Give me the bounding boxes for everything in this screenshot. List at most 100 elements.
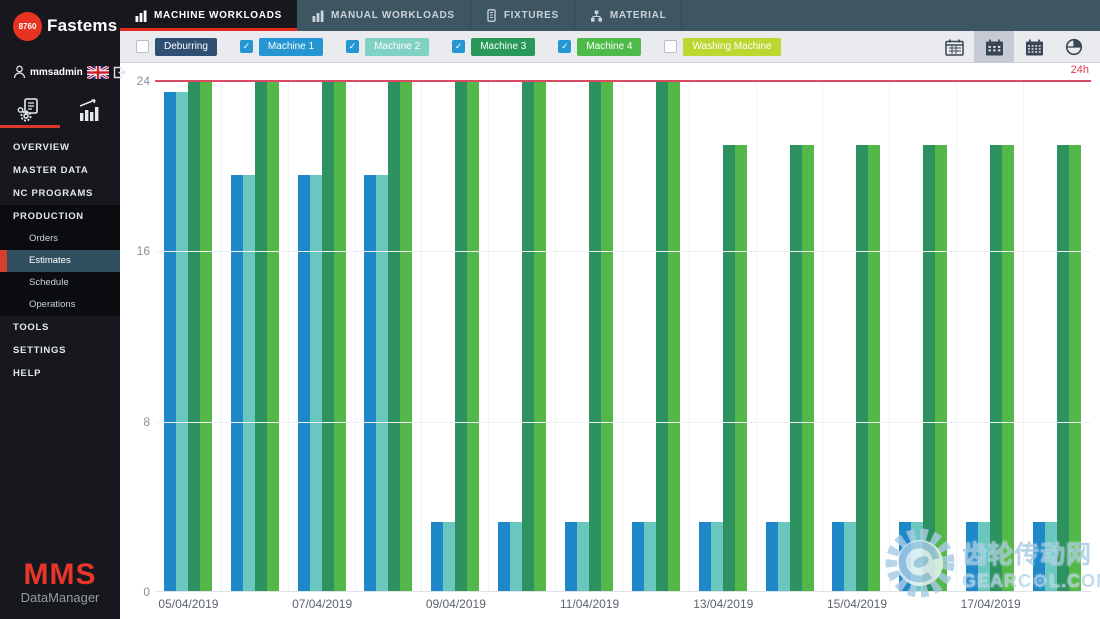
- bar-machine-1: [565, 522, 577, 592]
- bar-machine-4: [200, 81, 212, 592]
- bar-machine-1: [364, 175, 376, 592]
- filter-machine-1[interactable]: ✓ Machine 1: [240, 38, 323, 56]
- bar-machine-1: [899, 522, 911, 592]
- deburring-badge[interactable]: Deburring: [155, 38, 217, 56]
- sidebar-item-tools[interactable]: TOOLS: [0, 316, 120, 339]
- sidebar-item-overview[interactable]: OVERVIEW: [0, 136, 120, 159]
- bar-machine-2: [711, 522, 723, 592]
- deburring-checkbox[interactable]: [136, 40, 149, 53]
- bar-machine-1: [164, 92, 176, 592]
- bar-machine-3: [388, 81, 400, 592]
- sidebar-item-help[interactable]: HELP: [0, 362, 120, 385]
- y-tick-label-16: 16: [120, 244, 150, 258]
- mms-footer-logo: MMS DataManager: [0, 560, 120, 605]
- sidebar-nav: OVERVIEWMASTER DATANC PROGRAMSPRODUCTION…: [0, 136, 120, 385]
- calendar-filled-button[interactable]: [974, 31, 1014, 63]
- machine-3-badge[interactable]: Machine 3: [471, 38, 535, 56]
- day-group-14-04-2019: [757, 81, 824, 592]
- calendar-filled-icon: [985, 39, 1004, 56]
- x-axis-line: [155, 591, 1091, 592]
- fixture-icon: [486, 9, 497, 22]
- bar-machine-1: [766, 522, 778, 592]
- logout-icon[interactable]: [113, 66, 127, 79]
- chart-plot-area: 24h 081624: [155, 81, 1091, 592]
- day-group-16-04-2019: [890, 81, 957, 592]
- bar-machine-2: [510, 522, 522, 592]
- calendar-dense-icon: [1025, 39, 1044, 56]
- filter-machine-4[interactable]: ✓ Machine 4: [558, 38, 641, 56]
- machine-3-checkbox[interactable]: ✓: [452, 40, 465, 53]
- sidebar-item-schedule[interactable]: Schedule: [0, 272, 120, 294]
- day-group-10-04-2019: [489, 81, 556, 592]
- bar-machine-1: [231, 175, 243, 592]
- bar-machine-4: [267, 81, 279, 592]
- sidebar-item-master-data[interactable]: MASTER DATA: [0, 159, 120, 182]
- bar-machine-1: [966, 522, 978, 592]
- tab-manual-workloads[interactable]: MANUAL WORKLOADS: [297, 0, 471, 31]
- sidebar-item-production[interactable]: PRODUCTION: [0, 205, 120, 228]
- bar-machine-1: [632, 522, 644, 592]
- tab-material[interactable]: MATERIAL: [575, 0, 683, 31]
- sidebar-item-nc-programs[interactable]: NC PROGRAMS: [0, 182, 120, 205]
- x-tick-label-07-04-2019: 07/04/2019: [255, 597, 389, 611]
- calendar-outline-icon: [945, 39, 964, 56]
- bar-machine-3: [522, 81, 534, 592]
- bar-machine-2: [443, 522, 455, 592]
- machine-4-checkbox[interactable]: ✓: [558, 40, 571, 53]
- x-tick-label-09-04-2019: 09/04/2019: [389, 597, 523, 611]
- bar-machine-4: [534, 81, 546, 592]
- bar-machine-3: [856, 145, 868, 592]
- sidebar-item-settings[interactable]: SETTINGS: [0, 339, 120, 362]
- bar-machine-3: [923, 145, 935, 592]
- day-group-06-04-2019: [222, 81, 289, 592]
- logo-brand-name: Fastems: [47, 16, 117, 36]
- day-group-13-04-2019: [690, 81, 757, 592]
- tab-fixtures[interactable]: FIXTURES: [471, 0, 575, 31]
- bar-machine-4: [802, 145, 814, 592]
- tab-label: FIXTURES: [504, 10, 559, 21]
- day-group-09-04-2019: [422, 81, 489, 592]
- bar-machine-2: [778, 522, 790, 592]
- machine-2-badge[interactable]: Machine 2: [365, 38, 429, 56]
- bar-machine-2: [911, 522, 923, 592]
- pie-view-button[interactable]: [1054, 31, 1094, 63]
- day-group-15-04-2019: [823, 81, 890, 592]
- filter-washing-machine[interactable]: Washing Machine: [664, 38, 780, 56]
- calendar-dense-button[interactable]: [1014, 31, 1054, 63]
- filter-machine-3[interactable]: ✓ Machine 3: [452, 38, 535, 56]
- bar-machine-4: [334, 81, 346, 592]
- bar-machine-4: [935, 145, 947, 592]
- app-logo: 8760 Fastems: [0, 0, 120, 52]
- language-flag-uk-icon[interactable]: [87, 66, 109, 79]
- tab-machine-workloads[interactable]: MACHINE WORKLOADS: [120, 0, 297, 31]
- bar-machine-3: [790, 145, 802, 592]
- machine-1-badge[interactable]: Machine 1: [259, 38, 323, 56]
- bar-machine-4: [735, 145, 747, 592]
- bar-machine-4: [668, 81, 680, 592]
- bar-machine-3: [188, 81, 200, 592]
- tab-label: MATERIAL: [610, 10, 667, 21]
- user-row[interactable]: mmsadmin: [0, 62, 120, 82]
- sidebar-item-operations[interactable]: Operations: [0, 294, 120, 316]
- washing-machine-badge[interactable]: Washing Machine: [683, 38, 780, 56]
- bar-machine-3: [990, 145, 1002, 592]
- sidebar-item-estimates[interactable]: Estimates: [0, 250, 120, 272]
- filter-deburring[interactable]: Deburring: [136, 38, 217, 56]
- calendar-outline-button[interactable]: [934, 31, 974, 63]
- production-section: PRODUCTIONOrdersEstimatesScheduleOperati…: [0, 205, 120, 316]
- sidebar-item-orders[interactable]: Orders: [0, 228, 120, 250]
- machine-2-checkbox[interactable]: ✓: [346, 40, 359, 53]
- production-module-button[interactable]: [0, 92, 60, 128]
- bar-machine-2: [376, 175, 388, 592]
- machine-1-checkbox[interactable]: ✓: [240, 40, 253, 53]
- reports-module-button[interactable]: [60, 92, 120, 128]
- bar-machine-3: [455, 81, 467, 592]
- washing-machine-checkbox[interactable]: [664, 40, 677, 53]
- bar-machine-4: [467, 81, 479, 592]
- top-tab-bar: MACHINE WORKLOADS MANUAL WORKLOADS FIXTURE…: [120, 0, 1100, 31]
- bar-machine-3: [656, 81, 668, 592]
- active-module-indicator: [0, 125, 60, 128]
- tab-label: MACHINE WORKLOADS: [154, 10, 282, 21]
- filter-machine-2[interactable]: ✓ Machine 2: [346, 38, 429, 56]
- machine-4-badge[interactable]: Machine 4: [577, 38, 641, 56]
